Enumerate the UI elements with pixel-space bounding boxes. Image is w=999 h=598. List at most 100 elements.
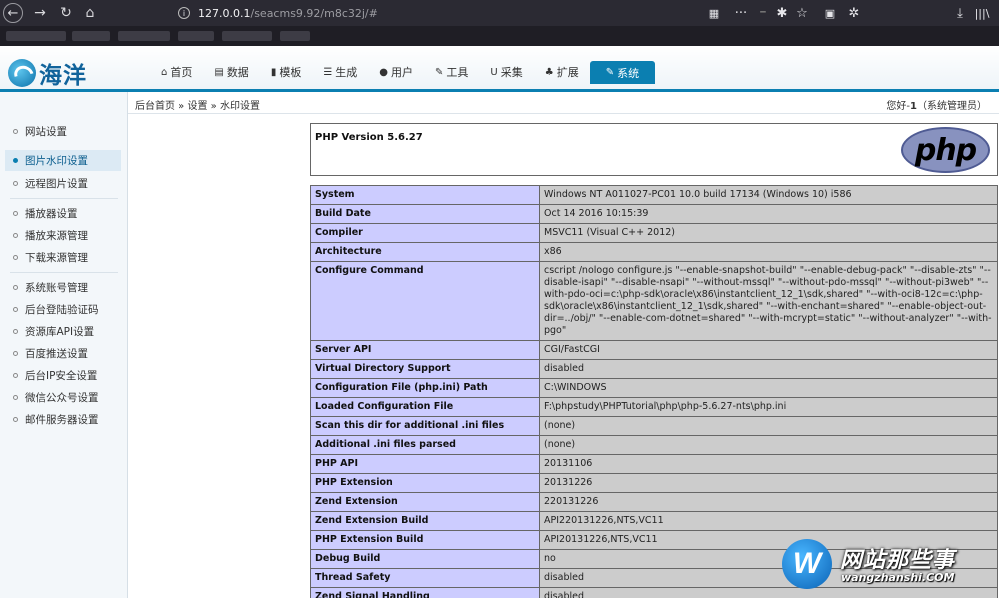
bullet-icon	[13, 417, 18, 422]
row-key: Architecture	[310, 242, 540, 262]
nav-tools[interactable]: ✎ 工具	[424, 61, 479, 83]
reload-icon[interactable]: ↻	[55, 2, 77, 24]
sidebar-item-remote-image[interactable]: 远程图片设置	[5, 173, 121, 194]
nav-collect[interactable]: U 采集	[479, 61, 533, 83]
watermark: W 网站那些事 wangzhanshi.COM	[778, 536, 999, 596]
extension-icon[interactable]: ━	[756, 4, 770, 22]
nav-system[interactable]: ✎ 系统	[589, 61, 656, 84]
sidebar-item-player[interactable]: 播放器设置	[5, 203, 121, 224]
bullet-icon	[13, 351, 18, 356]
sidebar-item-wechat[interactable]: 微信公众号设置	[5, 387, 121, 408]
url-path: /seacms9.92/m8c32j/#	[250, 6, 378, 20]
greeting-prefix: 您好-	[886, 101, 911, 112]
row-value: Windows NT A011027-PC01 10.0 build 17134…	[539, 185, 998, 205]
row-key: Zend Extension Build	[310, 511, 540, 531]
nav-label: 首页	[170, 66, 193, 79]
row-value: C:\WINDOWS	[539, 378, 998, 398]
top-nav: ⌂ 首页 ▤ 数据 ▮ 模板 ☰ 生成 ● 用户 ✎ 工具 U 采集 ♣ 扩展 ✎ 系统	[150, 61, 656, 84]
table-row: System Windows NT A011027-PC01 10.0 build…	[310, 185, 998, 205]
home-icon[interactable]: ⌂	[79, 2, 101, 24]
bullet-icon	[13, 395, 18, 400]
row-key: Compiler	[310, 223, 540, 243]
row-value: Oct 14 2016 10:15:39	[539, 204, 998, 224]
qr-icon[interactable]: ▦	[706, 4, 722, 22]
sidebar-item-accounts[interactable]: 系统账号管理	[5, 277, 121, 298]
sidebar-item-label: 远程图片设置	[25, 178, 88, 190]
sidebar-item-download-source[interactable]: 下载来源管理	[5, 247, 121, 268]
row-key: Zend Signal Handling	[310, 587, 540, 598]
table-row: Loaded Configuration File F:\phpstudy\PHP…	[310, 397, 998, 417]
browser-toolbar: ← → ↻ ⌂ i 127.0.0.1/seacms9.92/m8c32j/# …	[0, 0, 999, 26]
logo[interactable]: 海洋	[8, 56, 87, 90]
nav-template[interactable]: ▮ 模板	[260, 61, 313, 83]
download-icon[interactable]: ⤓	[952, 4, 968, 22]
sidebar-item-resource-api[interactable]: 资源库API设置	[5, 321, 121, 342]
sidebar-item-label: 网站设置	[25, 126, 67, 138]
nav-generate[interactable]: ☰ 生成	[312, 61, 368, 83]
nav-label: 用户	[391, 66, 414, 79]
edit-icon: ✎	[605, 67, 615, 78]
user-name[interactable]: 1	[910, 101, 917, 112]
nav-data[interactable]: ▤ 数据	[203, 61, 259, 83]
divider	[10, 198, 118, 199]
bullet-icon	[13, 233, 18, 238]
sidebar-item-site-settings[interactable]: 网站设置	[5, 121, 121, 142]
star-icon[interactable]: ☆	[794, 4, 810, 22]
library-icon[interactable]: |||\	[974, 4, 990, 22]
back-icon[interactable]: ←	[3, 3, 23, 23]
watermark-title: 网站那些事	[840, 548, 956, 573]
gear-icon[interactable]: ✲	[846, 4, 862, 22]
sidebar-item-play-source[interactable]: 播放来源管理	[5, 225, 121, 246]
nav-user[interactable]: ● 用户	[368, 61, 424, 83]
breadcrumb[interactable]: 后台首页 » 设置 » 水印设置	[135, 97, 260, 112]
row-key: PHP API	[310, 454, 540, 474]
sidebar-item-captcha[interactable]: 后台登陆验证码	[5, 299, 121, 320]
row-value: 220131226	[539, 492, 998, 512]
table-row: Additional .ini files parsed (none)	[310, 435, 998, 455]
more-icon[interactable]: ···	[732, 4, 750, 22]
row-value: CGI/FastCGI	[539, 340, 998, 360]
forward-icon[interactable]: →	[29, 2, 51, 24]
table-row: Virtual Directory Support disabled	[310, 359, 998, 379]
row-key: Additional .ini files parsed	[310, 435, 540, 455]
bullet-icon	[13, 129, 18, 134]
watermark-subtitle: wangzhanshi.COM	[841, 571, 955, 584]
sidebar-item-watermark[interactable]: 图片水印设置	[5, 150, 121, 171]
url-host: 127.0.0.1	[198, 6, 251, 20]
sidebar-item-mail-server[interactable]: 邮件服务器设置	[5, 409, 121, 430]
sidebar-item-label: 资源库API设置	[25, 326, 95, 338]
row-key: Loaded Configuration File	[310, 397, 540, 417]
nav-extend[interactable]: ♣ 扩展	[534, 61, 590, 83]
sidebar-item-baidu-push[interactable]: 百度推送设置	[5, 343, 121, 364]
table-row: PHP API 20131106	[310, 454, 998, 474]
row-value: MSVC11 (Visual C++ 2012)	[539, 223, 998, 243]
address-bar[interactable]: i 127.0.0.1/seacms9.92/m8c32j/#	[178, 3, 698, 23]
reader-icon[interactable]: ▣	[822, 4, 838, 22]
row-value: disabled	[539, 359, 998, 379]
row-value: F:\phpstudy\PHPTutorial\php\php-5.6.27-n…	[539, 397, 998, 417]
divider	[10, 272, 118, 273]
php-logo-text: php	[914, 132, 977, 168]
row-key: PHP Extension	[310, 473, 540, 493]
php-logo: php	[901, 127, 990, 173]
php-version: PHP Version 5.6.27	[315, 132, 423, 143]
row-key: System	[310, 185, 540, 205]
sidebar-item-label: 百度推送设置	[25, 348, 88, 360]
info-icon[interactable]: i	[178, 7, 190, 19]
nav-home[interactable]: ⌂ 首页	[150, 61, 203, 83]
site-header: 海洋 ⌂ 首页 ▤ 数据 ▮ 模板 ☰ 生成 ● 用户 ✎ 工具 U 采集 ♣ 扩展 ✎ 系统	[0, 46, 999, 92]
sidebar: 网站设置 图片水印设置 远程图片设置 播放器设置 播放来源管理 下载来源管理 系…	[0, 92, 128, 598]
wrench-icon: ✎	[435, 66, 444, 78]
magnet-icon: U	[490, 66, 498, 78]
sidebar-item-ip-security[interactable]: 后台IP安全设置	[5, 365, 121, 386]
bullet-icon	[13, 211, 18, 216]
sidebar-item-label: 邮件服务器设置	[25, 414, 99, 426]
sitemap-icon: ♣	[544, 66, 554, 78]
bug-icon[interactable]: ✱	[774, 4, 790, 22]
row-key: Server API	[310, 340, 540, 360]
row-value: cscript /nologo configure.js "--enable-s…	[539, 261, 998, 341]
user-icon: ●	[379, 66, 389, 78]
sidebar-item-label: 播放来源管理	[25, 230, 88, 242]
row-key: Virtual Directory Support	[310, 359, 540, 379]
bullet-icon	[13, 373, 18, 378]
